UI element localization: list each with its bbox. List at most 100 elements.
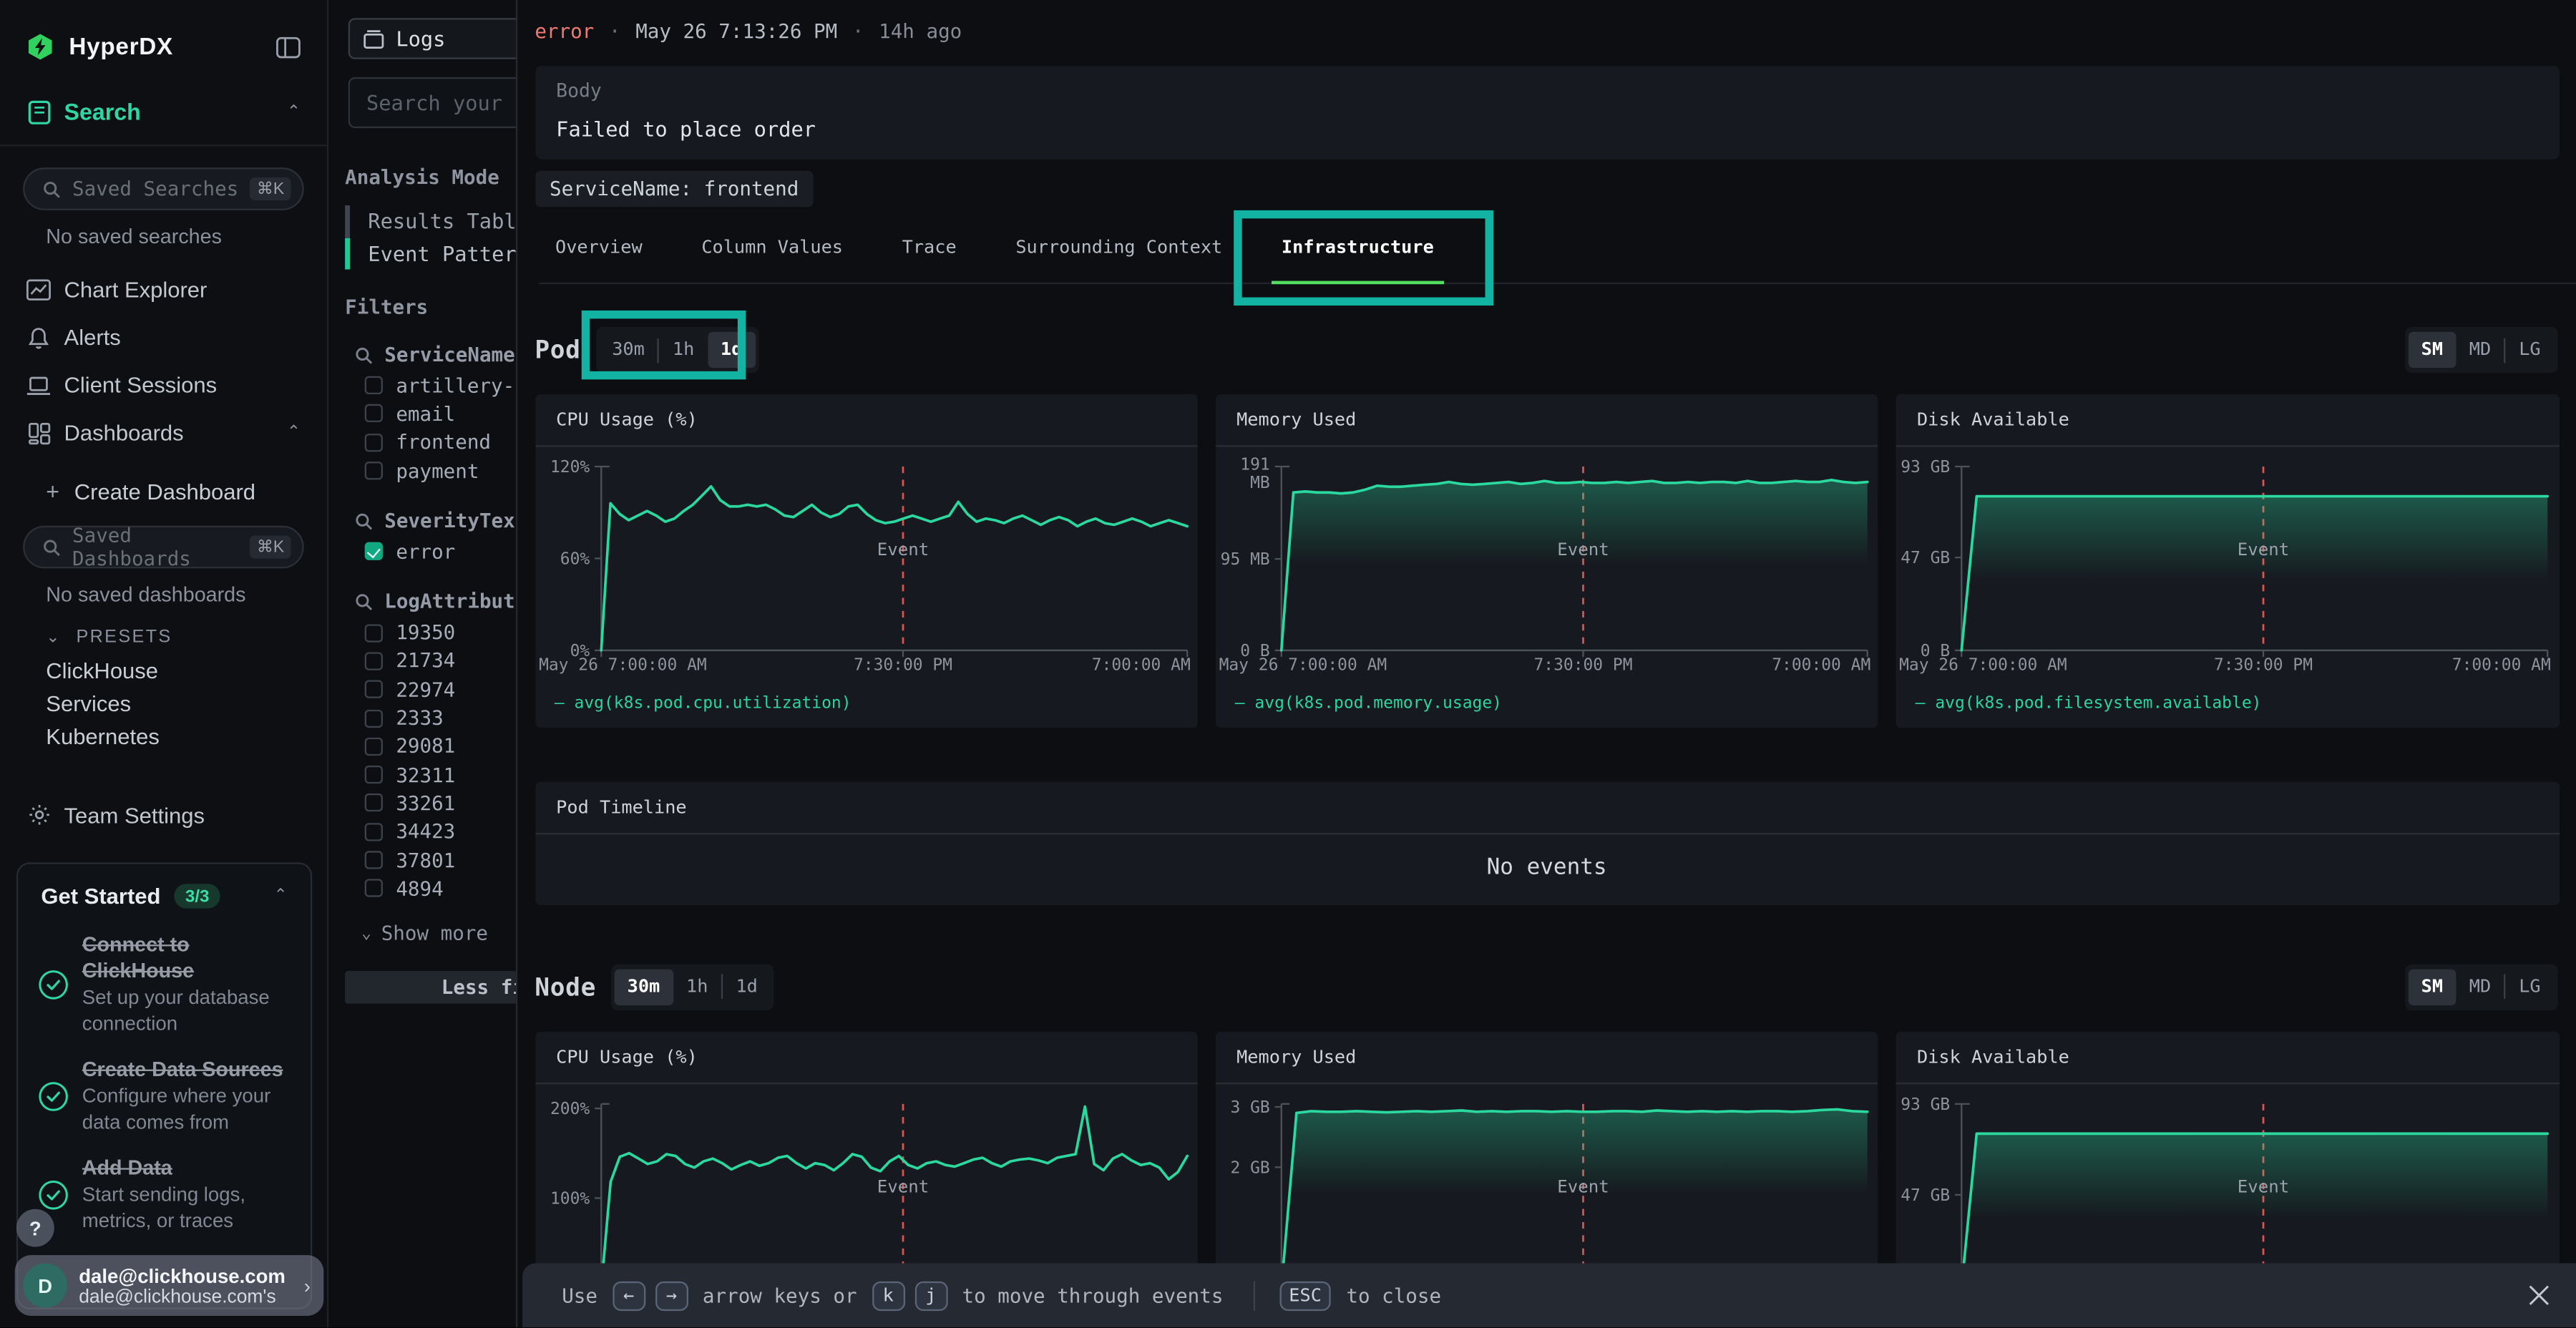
node-section-header: Node 30m1h1d SMMDLG [535,964,2559,1010]
node-size-md[interactable]: MD [2456,969,2504,1005]
filter-option-label: 29081 [396,735,455,758]
get-started-item-subtitle: Set up your database connection [82,986,294,1037]
chevron-up-icon[interactable]: ⌃ [287,424,301,441]
get-started-item[interactable]: Connect to ClickHouseSet up your databas… [18,918,311,1043]
bell-icon [26,326,51,350]
sidebar-item-client-sessions[interactable]: Client Sessions [0,361,327,409]
tab-column-values[interactable]: Column Values [701,210,843,284]
chevron-down-icon: ⌄ [46,628,62,646]
mode-label: Results Table [368,209,529,233]
checkbox[interactable] [365,823,383,841]
search-icon [43,180,61,197]
checkbox[interactable] [365,434,383,451]
tab-surrounding-context[interactable]: Surrounding Context [1015,210,1222,284]
node-range-1h[interactable]: 1h [673,969,721,1005]
get-started-item[interactable]: Add DataStart sending logs, metrics, or … [18,1142,311,1241]
pod-range-30m[interactable]: 30m [599,332,658,368]
sidebar-item-dashboards[interactable]: Dashboards ⌃ [0,409,327,457]
pod-size-sm[interactable]: SM [2408,332,2456,368]
node-time-range-control: 30m1h1d [611,964,774,1010]
brand-name: HyperDX [69,34,275,60]
sidebar-item-search[interactable]: Search ⌃ [0,95,327,128]
arrow-left-key: ← [613,1281,645,1310]
footer-divider [1253,1281,1254,1310]
chart-title: CPU Usage (%) [535,394,1198,446]
pod-size-md[interactable]: MD [2456,332,2504,368]
svg-text:May 26 7:00:00 AM: May 26 7:00:00 AM [1899,655,2067,674]
pod-range-1h[interactable]: 1h [660,332,708,368]
svg-text:7:30:00 PM: 7:30:00 PM [853,655,952,674]
chart-title: Disk Available [1896,394,2559,446]
get-started-item[interactable]: Create Data SourcesConfigure where your … [18,1043,311,1142]
svg-text:120%: 120% [550,458,589,477]
svg-text:7:00:00 AM: 7:00:00 AM [1091,655,1190,674]
checkbox[interactable] [365,794,383,812]
chart-plot-pod-memory: 191MB95 MB0 BMay 26 7:00:00 AM7:30:00 PM… [1215,446,1878,683]
svg-text:47 GB: 47 GB [1901,549,1950,567]
checkbox[interactable] [365,652,383,670]
tab-trace[interactable]: Trace [902,210,957,284]
tabs-border [538,283,2576,284]
pod-size-lg[interactable]: LG [2506,332,2554,368]
checkbox[interactable] [365,766,383,783]
filter-option-label: 33261 [396,791,455,814]
user-subtitle: dale@clickhouse.com's [79,1287,304,1307]
body-value: Failed to place order [556,117,2537,141]
chevron-up-icon[interactable]: ⌃ [287,102,301,120]
k-key: k [872,1281,904,1310]
presets-toggle[interactable]: ⌄ PRESETS [0,621,327,654]
checkbox[interactable] [365,709,383,727]
svg-text:7:30:00 PM: 7:30:00 PM [1533,655,1632,674]
preset-kubernetes[interactable]: Kubernetes [0,720,327,753]
node-size-sm[interactable]: SM [2408,969,2456,1005]
checkbox[interactable] [365,851,383,869]
filter-group-name: SeverityText [384,509,527,532]
node-chart-size-control: SMMDLG [2405,964,2557,1010]
svg-text:60%: 60% [560,550,590,569]
pod-time-range-control: 30m1h1d [595,327,758,373]
filter-option-label: 37801 [396,849,455,872]
svg-text:93 GB: 93 GB [1901,458,1950,477]
checkbox-checked[interactable] [365,542,383,560]
node-range-1d[interactable]: 1d [723,969,771,1005]
checkbox[interactable] [365,680,383,698]
tab-infrastructure[interactable]: Infrastructure [1282,210,1434,284]
line-chart-icon [26,278,51,302]
saved-dashboards-placeholder: Saved Dashboards [72,524,250,570]
sidebar-nav: Chart Explorer Alerts Client Sessions Da… [0,266,327,456]
sidebar-item-chart-explorer[interactable]: Chart Explorer [0,266,327,314]
sidebar-item-team-settings[interactable]: Team Settings [0,800,327,829]
divider [0,145,327,146]
checkbox[interactable] [365,462,383,479]
saved-searches-input[interactable]: Saved Searches ⌘K [23,167,304,210]
filter-option-label: 19350 [396,621,455,644]
service-name-chip[interactable]: ServiceName: frontend [535,171,814,208]
checkbox[interactable] [365,624,383,642]
close-icon[interactable] [2525,1282,2552,1309]
svg-text:Event: Event [877,540,928,560]
saved-dashboards-input[interactable]: Saved Dashboards ⌘K [23,526,304,569]
get-started-item-subtitle: Start sending logs, metrics, or traces [82,1183,294,1234]
chevron-up-icon[interactable]: ⌃ [274,887,288,905]
checkbox[interactable] [365,737,383,755]
collapse-sidebar-icon[interactable] [276,35,301,58]
checkbox[interactable] [365,879,383,897]
user-profile-chip[interactable]: D dale@clickhouse.com dale@clickhouse.co… [15,1255,324,1316]
pod-range-1d[interactable]: 1d [708,332,756,368]
keyboard-hints-footer: Use ← → arrow keys or k j to move throug… [522,1264,2576,1328]
laptop-icon [26,373,51,397]
node-size-lg[interactable]: LG [2506,969,2554,1005]
event-timestamp: May 26 7:13:26 PM [635,20,837,43]
checkbox[interactable] [365,376,383,394]
checkbox[interactable] [365,405,383,423]
tab-overview[interactable]: Overview [555,210,643,284]
preset-clickhouse[interactable]: ClickHouse [0,654,327,687]
create-dashboard-button[interactable]: + Create Dashboard [0,478,327,504]
preset-services[interactable]: Services [0,687,327,720]
brand-row: HyperDX [0,0,327,61]
detail-tabs: Overview Column Values Trace Surrounding Co… [555,210,2559,284]
help-button[interactable]: ? [16,1209,54,1247]
node-range-30m[interactable]: 30m [614,969,673,1005]
pod-timeline-card: Pod Timeline No events [535,782,2559,905]
sidebar-item-alerts[interactable]: Alerts [0,314,327,362]
